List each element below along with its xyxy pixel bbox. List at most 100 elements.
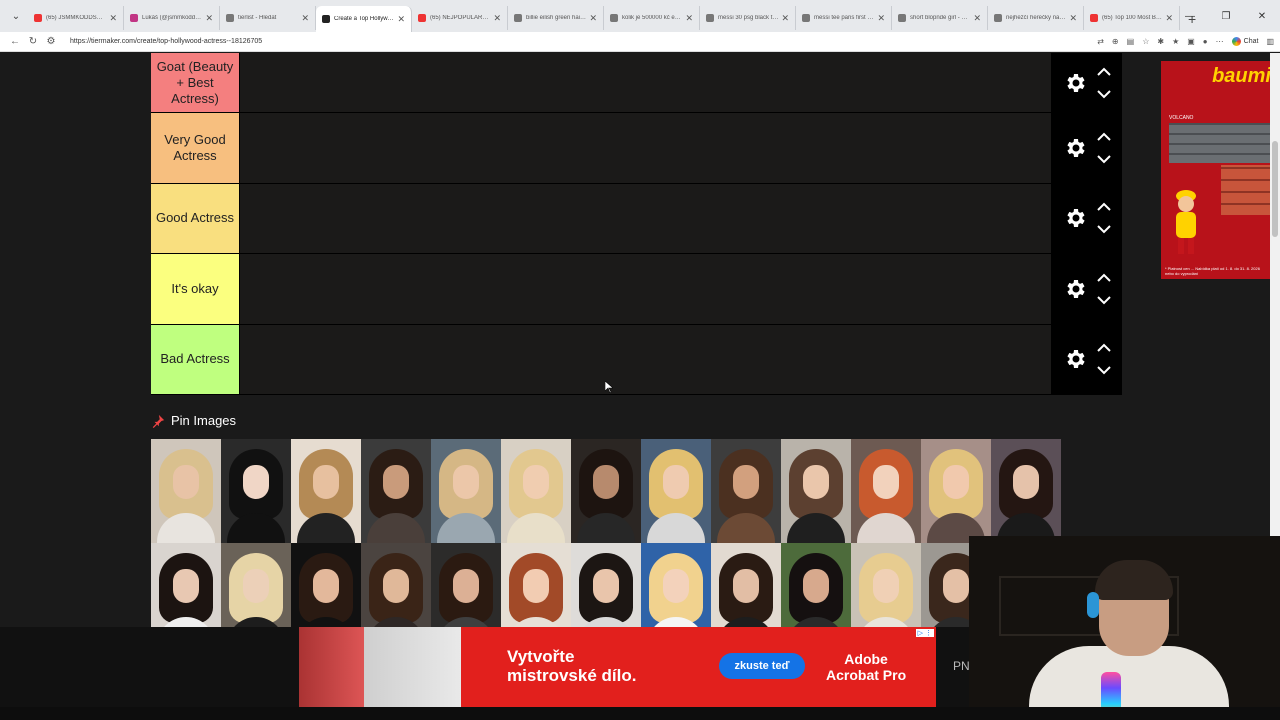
tab-close-icon[interactable]: ✕	[781, 13, 789, 24]
tile-body	[367, 513, 425, 543]
chevron-up-icon[interactable]	[1096, 273, 1111, 283]
gear-icon[interactable]	[1063, 71, 1087, 95]
actress-image-tile[interactable]	[291, 439, 361, 543]
tab-close-icon[interactable]: ✕	[589, 13, 597, 24]
browser-tab[interactable]: (65) NEJPOPULÁRNĚJŠÍ✕	[412, 6, 508, 30]
gear-icon[interactable]	[1063, 136, 1087, 160]
browser-tab[interactable]: (65) Top 100 Most Beaut ✕	[1084, 6, 1180, 30]
tier-label[interactable]: Very Good Actress	[151, 113, 239, 183]
actress-image-tile[interactable]	[221, 439, 291, 543]
browser-tab[interactable]: (65) JSMMKODDSHOTS -✕	[28, 6, 124, 30]
chat-icon	[1231, 37, 1241, 46]
tab-close-icon[interactable]: ✕	[877, 13, 885, 24]
tile-face	[873, 569, 899, 603]
actress-image-tile[interactable]	[991, 439, 1061, 543]
chevron-up-icon[interactable]	[1096, 202, 1111, 212]
actress-image-tile[interactable]	[431, 439, 501, 543]
scrollbar-thumb[interactable]	[1272, 141, 1278, 237]
chevron-down-icon[interactable]	[1096, 154, 1111, 164]
sidebar-toggle-icon[interactable]: ▥	[1266, 37, 1274, 46]
gear-icon[interactable]	[1063, 347, 1087, 371]
collections-icon[interactable]: ▣	[1187, 37, 1195, 46]
browser-tab[interactable]: short blopnde girl - Hleda ✕	[892, 6, 988, 30]
tier-list: Goat (Beauty + Best Actress) Very Good Ac…	[151, 53, 1122, 395]
more-menu-icon[interactable]: ⋯	[1216, 37, 1224, 46]
ad-cta-button[interactable]: zkuste teď	[719, 653, 805, 679]
tile-body	[437, 513, 495, 543]
tier-label[interactable]: It's okay	[151, 254, 239, 324]
zoom-icon[interactable]: ⊕	[1112, 37, 1119, 46]
tab-close-icon[interactable]: ✕	[1069, 13, 1077, 24]
actress-image-tile[interactable]	[781, 439, 851, 543]
tab-close-icon[interactable]: ✕	[301, 13, 309, 24]
favorites-icon[interactable]: ★	[1172, 37, 1179, 46]
profile-icon[interactable]: ●	[1203, 37, 1208, 46]
chevron-down-icon[interactable]	[1096, 295, 1111, 305]
actress-image-tile[interactable]	[851, 439, 921, 543]
tile-face	[943, 465, 969, 499]
tier-move-arrows	[1096, 343, 1111, 375]
tab-close-icon[interactable]: ✕	[109, 13, 117, 24]
restore-icon[interactable]: ❐	[1208, 11, 1244, 22]
browser-tab[interactable]: nejhezčí herečky na světě✕	[988, 6, 1084, 30]
tab-close-icon[interactable]: ✕	[973, 13, 981, 24]
tier-label[interactable]: Bad Actress	[151, 324, 239, 394]
browser-tab[interactable]: messi tee paris first day ✕	[796, 6, 892, 30]
tier-drop-zone[interactable]	[239, 324, 1051, 394]
webcam-overlay	[969, 536, 1280, 720]
actress-image-tile[interactable]	[921, 439, 991, 543]
browser-tab[interactable]: tierlist - Hledat ✕	[220, 6, 316, 30]
bookmark-star-icon[interactable]: ☆	[1142, 37, 1149, 46]
actress-image-tile[interactable]	[711, 439, 781, 543]
chevron-down-icon[interactable]	[1096, 89, 1111, 99]
tier-drop-zone[interactable]	[239, 113, 1051, 183]
site-info-icon[interactable]: ⚙	[42, 36, 60, 47]
tier-drop-zone[interactable]	[239, 254, 1051, 324]
acrobat-ad[interactable]: Vytvořte mistrovské dílo. zkuste teď Ado…	[299, 627, 936, 707]
tab-close-icon[interactable]: ✕	[685, 13, 693, 24]
chevron-up-icon[interactable]	[1096, 132, 1111, 142]
tier-label[interactable]: Goat (Beauty + Best Actress)	[151, 53, 239, 112]
tier-drop-zone[interactable]	[239, 183, 1051, 253]
tile-face	[313, 465, 339, 499]
actress-image-tile[interactable]	[151, 439, 221, 543]
chevron-up-icon[interactable]	[1096, 343, 1111, 353]
baumax-ad[interactable]: baumi VOLCANO * Platnost cen ... Nabídka…	[1161, 61, 1271, 279]
browser-tab[interactable]: billie eilish green hair - H ✕	[508, 6, 604, 30]
close-window-icon[interactable]: ✕	[1244, 11, 1280, 22]
chevron-down-icon[interactable]	[1096, 224, 1111, 234]
tab-favicon-icon	[1090, 14, 1098, 22]
tab-search-icon[interactable]: ⌄	[4, 4, 28, 28]
reload-icon[interactable]: ↻	[24, 36, 42, 47]
browser-tab[interactable]: Lukáš (@jsmmkoddshots✕	[124, 6, 220, 30]
tile-face	[733, 465, 759, 499]
extensions-icon[interactable]: ✱	[1157, 37, 1164, 46]
browser-tab[interactable]: kolik je 500000 kč eur - H✕	[604, 6, 700, 30]
minimize-icon[interactable]: —	[1172, 11, 1208, 22]
translate-icon[interactable]: ⇄	[1097, 37, 1104, 46]
actress-image-tile[interactable]	[361, 439, 431, 543]
tier-drop-zone[interactable]	[239, 53, 1051, 112]
actress-image-tile[interactable]	[641, 439, 711, 543]
url-field[interactable]: https://tiermaker.com/create/top-hollywo…	[70, 38, 1097, 45]
actress-image-tile[interactable]	[501, 439, 571, 543]
gear-icon[interactable]	[1063, 277, 1087, 301]
chevron-up-icon[interactable]	[1096, 67, 1111, 77]
tier-row: Very Good Actress	[151, 113, 1122, 184]
adchoices-icon[interactable]: ▷ ⋮	[915, 629, 934, 637]
ad-headline: Vytvořte mistrovské dílo.	[507, 647, 636, 685]
tab-close-icon[interactable]: ✕	[205, 13, 213, 24]
browser-tab[interactable]: Create a Top Hollywood ✕	[316, 6, 412, 32]
browser-tab[interactable]: messi 30 psg black tee ✕	[700, 6, 796, 30]
tile-face	[313, 569, 339, 603]
gear-icon[interactable]	[1063, 206, 1087, 230]
tab-title: Create a Top Hollywood	[334, 16, 395, 22]
chat-button[interactable]: Chat	[1231, 37, 1258, 46]
tab-close-icon[interactable]: ✕	[493, 13, 501, 24]
reader-icon[interactable]: ▤	[1127, 37, 1135, 46]
tab-close-icon[interactable]: ✕	[397, 14, 405, 25]
chevron-down-icon[interactable]	[1096, 365, 1111, 375]
actress-image-tile[interactable]	[571, 439, 641, 543]
tier-label[interactable]: Good Actress	[151, 183, 239, 253]
back-icon[interactable]: ←	[6, 36, 24, 47]
